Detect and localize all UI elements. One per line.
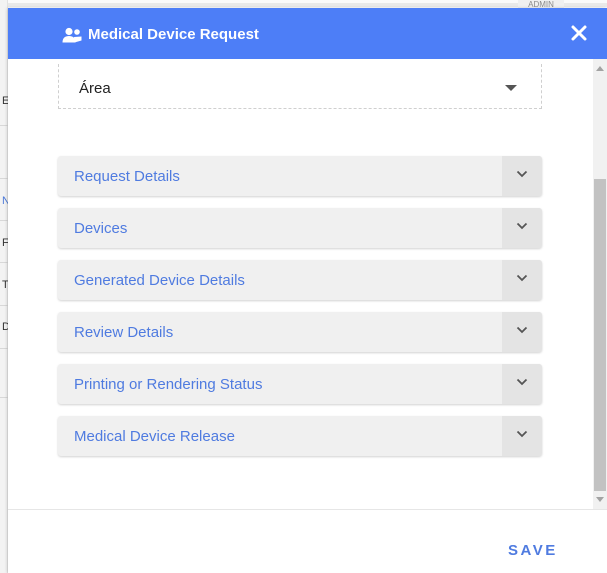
- expand-toggle[interactable]: [502, 260, 542, 300]
- dialog-header: Medical Device Request: [8, 8, 607, 59]
- area-select-value: Área: [79, 80, 111, 97]
- section-label: Printing or Rendering Status: [74, 376, 263, 393]
- dialog-footer: SAVE: [8, 509, 607, 573]
- section-label: Review Details: [74, 324, 174, 341]
- chevron-down-icon: [516, 430, 528, 438]
- expand-toggle[interactable]: [502, 312, 542, 352]
- chevron-down-icon: [516, 326, 528, 334]
- user-group-icon: [62, 27, 82, 43]
- dialog-body: Área Request Details Devices Generated D…: [8, 59, 607, 509]
- scroll-down-arrow-icon[interactable]: [596, 497, 604, 502]
- section-label: Generated Device Details: [74, 272, 245, 289]
- chevron-down-icon: [516, 170, 528, 178]
- expand-toggle[interactable]: [502, 416, 542, 456]
- scroll-up-arrow-icon[interactable]: [596, 66, 604, 71]
- background-row-divider: [0, 178, 8, 179]
- expand-toggle[interactable]: [502, 208, 542, 248]
- background-row-divider: [0, 220, 8, 221]
- medical-device-request-dialog: Medical Device Request Área Request Deta…: [8, 8, 607, 573]
- area-select[interactable]: Área: [58, 64, 542, 109]
- background-row-divider: [0, 262, 8, 263]
- section-printing-rendering-status[interactable]: Printing or Rendering Status: [58, 364, 542, 404]
- section-generated-device-details[interactable]: Generated Device Details: [58, 260, 542, 300]
- section-label: Request Details: [74, 168, 180, 185]
- section-request-details[interactable]: Request Details: [58, 156, 542, 196]
- chevron-down-icon: [516, 222, 528, 230]
- chevron-down-icon: [516, 378, 528, 386]
- vertical-scrollbar[interactable]: [593, 59, 607, 509]
- section-devices[interactable]: Devices: [58, 208, 542, 248]
- scrollbar-thumb[interactable]: [594, 179, 606, 491]
- close-icon[interactable]: [568, 22, 590, 44]
- section-label: Medical Device Release: [74, 428, 235, 445]
- caret-down-icon: [505, 85, 517, 91]
- section-label: Devices: [74, 220, 128, 237]
- expand-toggle[interactable]: [502, 156, 542, 196]
- expand-toggle[interactable]: [502, 364, 542, 404]
- chevron-down-icon: [516, 274, 528, 282]
- section-review-details[interactable]: Review Details: [58, 312, 542, 352]
- section-medical-device-release[interactable]: Medical Device Release: [58, 416, 542, 456]
- background-row-divider: [0, 397, 8, 398]
- save-button[interactable]: SAVE: [508, 542, 558, 559]
- background-row-divider: [0, 125, 8, 126]
- background-row-divider: [0, 348, 8, 349]
- background-row-divider: [0, 305, 8, 306]
- dialog-title: Medical Device Request: [88, 26, 259, 43]
